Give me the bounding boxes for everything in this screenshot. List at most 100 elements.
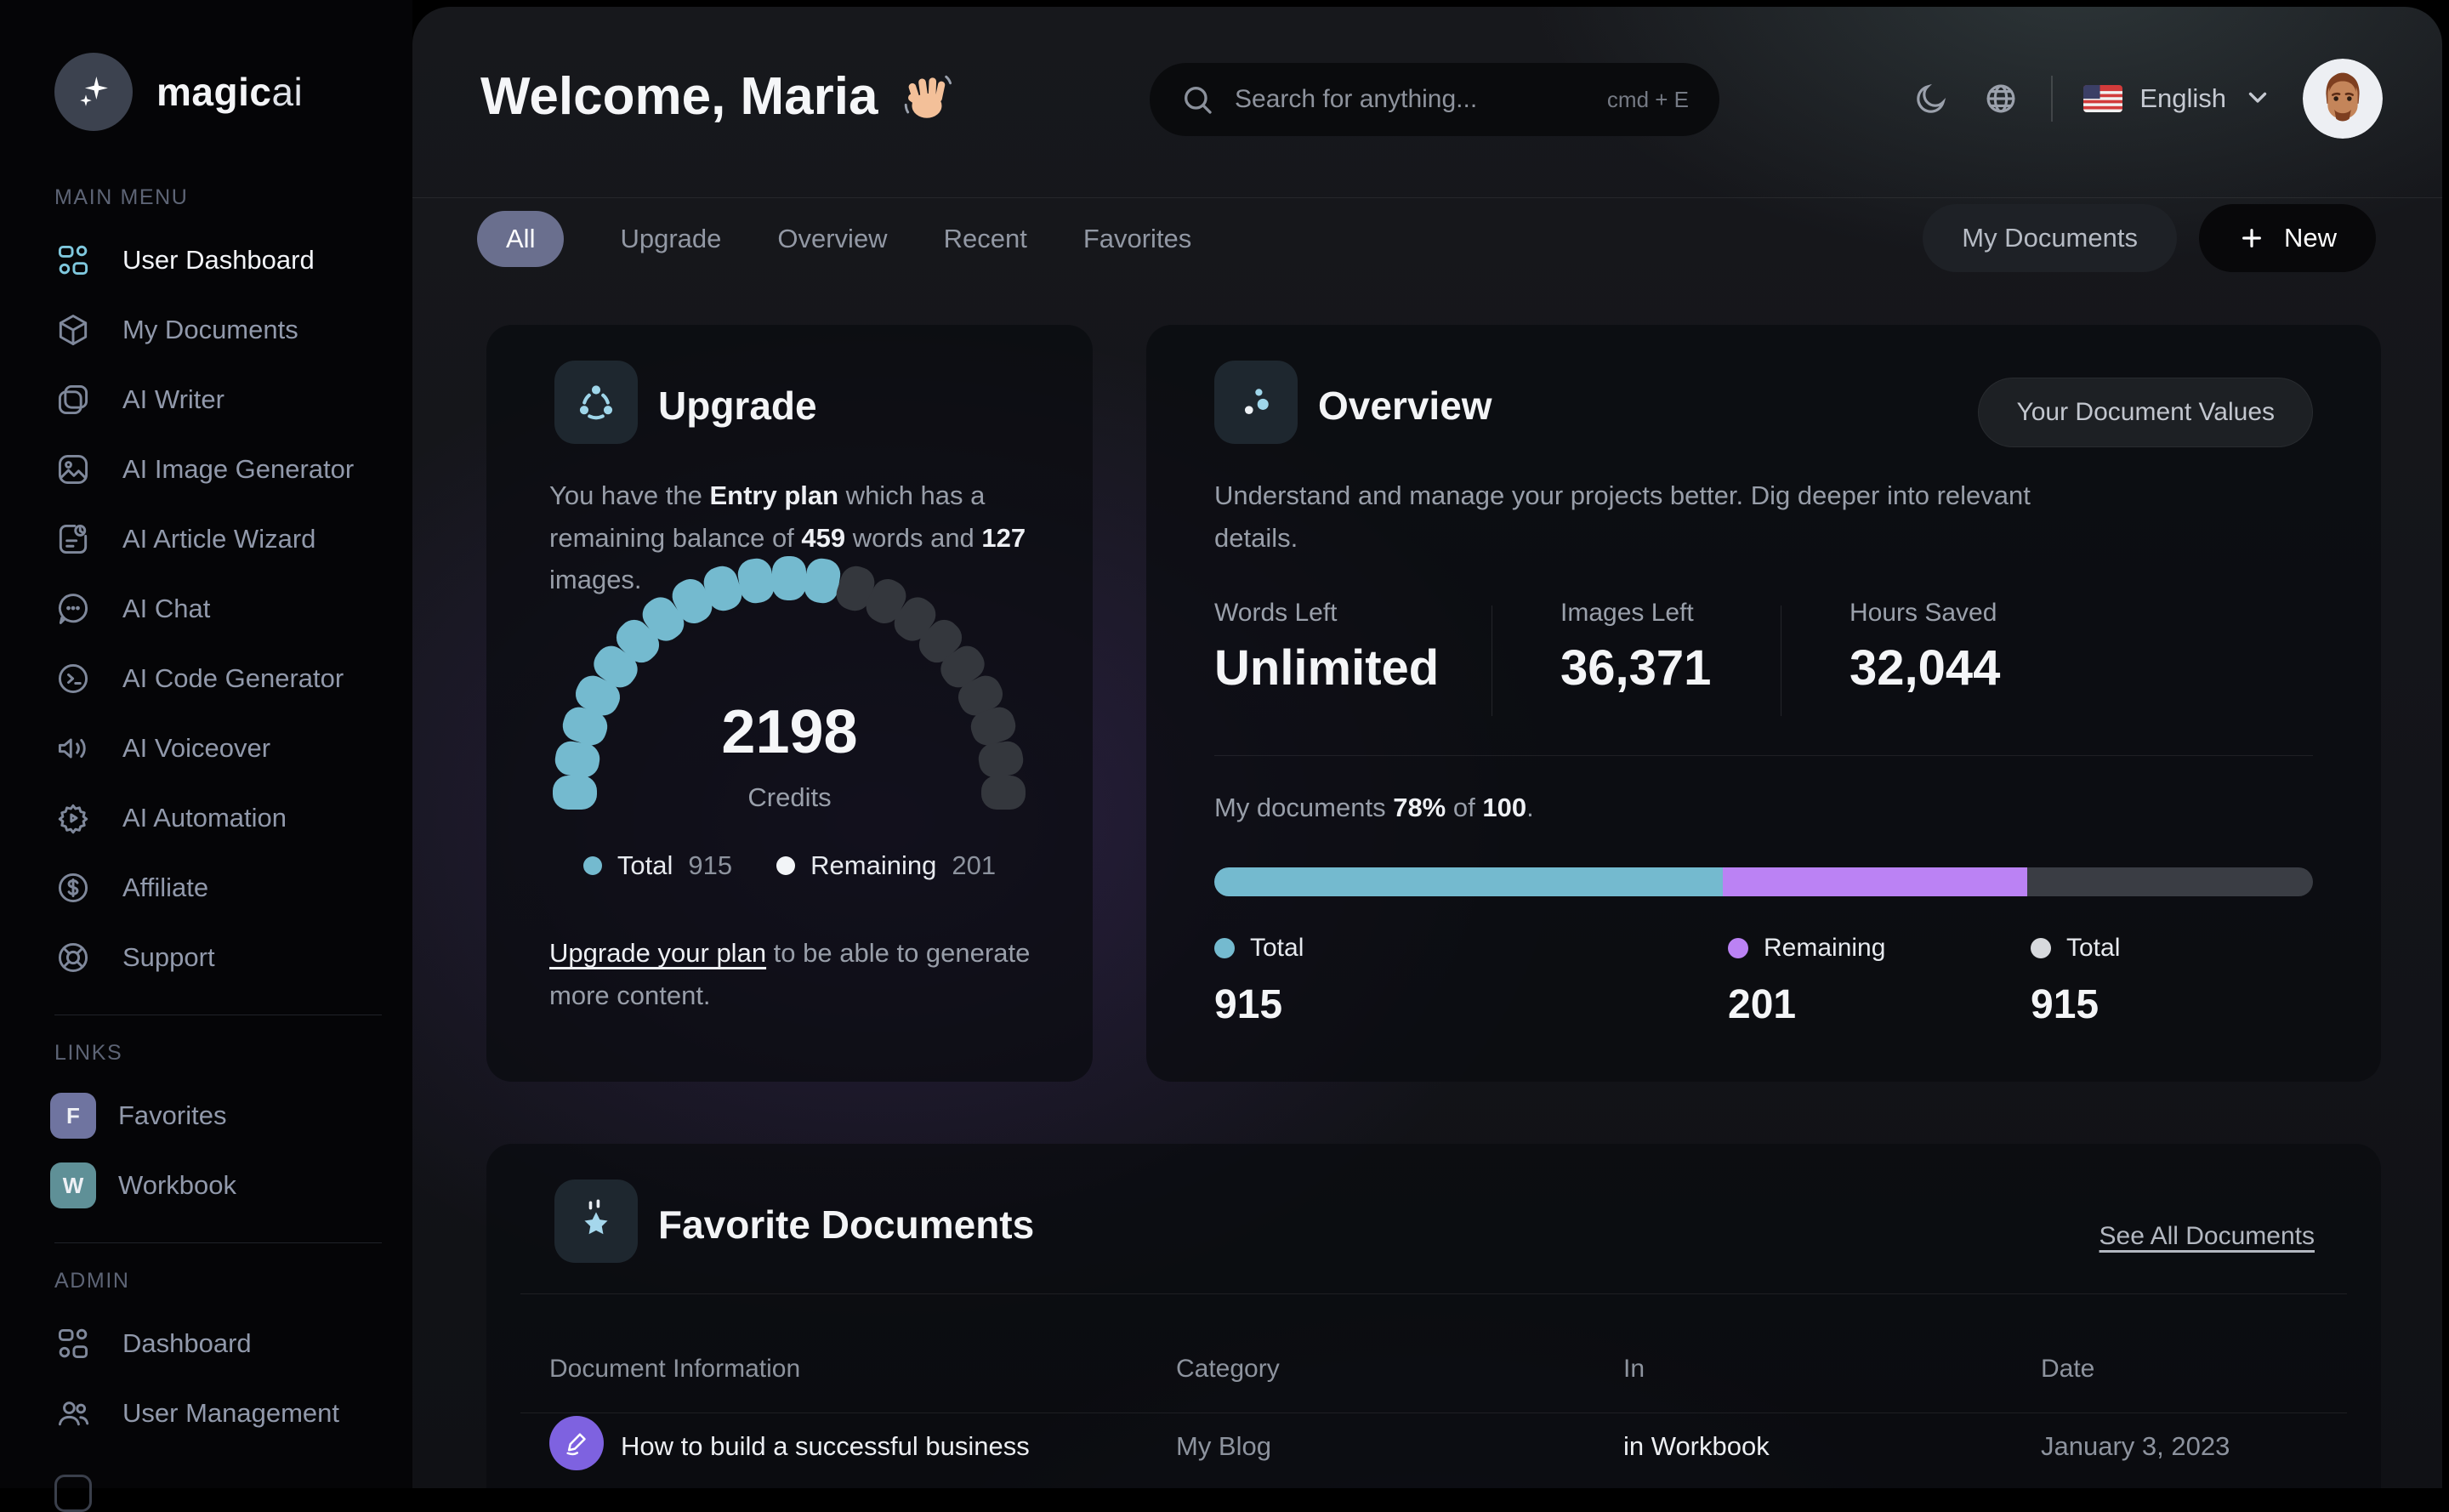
search-input[interactable] xyxy=(1235,85,1587,114)
sidebar-item-favorites[interactable]: F Favorites xyxy=(50,1081,382,1151)
sidebar-item-user-management[interactable]: User Management xyxy=(54,1378,382,1448)
topbar-separator xyxy=(2051,76,2054,122)
legend-item-remaining: Remaining 201 xyxy=(776,850,996,881)
legend-dot-remaining xyxy=(776,856,796,875)
sidebar-item-label: AI Article Wizard xyxy=(122,524,316,554)
sidebar-item-my-documents[interactable]: My Documents xyxy=(54,295,382,365)
section-label-links: LINKS xyxy=(54,1041,123,1065)
column-header-date: Date xyxy=(2041,1355,2095,1383)
sidebar-item-label: My Documents xyxy=(122,315,298,344)
new-button[interactable]: New xyxy=(2198,204,2376,272)
tab-recent[interactable]: Recent xyxy=(944,211,1027,267)
sidebar-item-ai-automation[interactable]: AI Automation xyxy=(54,783,382,853)
sidebar-item-label: Favorites xyxy=(118,1100,227,1130)
column-header-category: Category xyxy=(1176,1355,1280,1383)
lifebuoy-icon xyxy=(54,939,92,976)
tab-overview[interactable]: Overview xyxy=(777,211,887,267)
writer-icon xyxy=(54,381,92,418)
filter-tabs: All Upgrade Overview Recent Favorites xyxy=(477,211,1191,267)
language-selector[interactable]: English xyxy=(2083,82,2272,116)
document-category: My Blog xyxy=(1176,1431,1271,1461)
credits-label: Credits xyxy=(747,782,832,812)
legend-label: Remaining xyxy=(810,850,937,880)
search-icon xyxy=(1185,87,1212,114)
document-date: January 3, 2023 xyxy=(2041,1431,2230,1461)
stat-label: Images Left xyxy=(1560,599,1694,627)
sidebar-item-label: Affiliate xyxy=(122,873,209,902)
share-network-icon xyxy=(554,361,638,444)
globe-icon[interactable] xyxy=(1981,79,2020,118)
column-header-document-information: Document Information xyxy=(549,1355,801,1383)
docs-text: . xyxy=(1526,793,1534,822)
sidebar-item-ai-voiceover[interactable]: AI Voiceover xyxy=(54,713,382,783)
legend-label: Total xyxy=(617,850,673,880)
welcome-text: Welcome, Maria xyxy=(480,67,878,126)
bar-legend-total: Total 915 xyxy=(1214,934,1304,1028)
gauge-dot xyxy=(772,556,806,600)
tab-all[interactable]: All xyxy=(477,211,565,267)
bar-legend-total-2: Total 915 xyxy=(2031,934,2120,1028)
sidebar-item-partial xyxy=(54,1475,92,1512)
your-document-values-button[interactable]: Your Document Values xyxy=(1978,378,2313,447)
overview-card: Overview Your Document Values Understand… xyxy=(1146,325,2381,1082)
legend-value: 201 xyxy=(1728,982,1797,1027)
sidebar-item-label: AI Voiceover xyxy=(122,733,271,763)
progress-segment xyxy=(1723,867,2028,896)
sidebar-item-label: AI Image Generator xyxy=(122,454,355,484)
tab-favorites[interactable]: Favorites xyxy=(1083,211,1191,267)
plus-icon xyxy=(2242,229,2261,247)
sidebar-item-label: AI Automation xyxy=(122,803,287,833)
sidebar-item-support[interactable]: Support xyxy=(54,923,382,992)
legend-dot-remaining xyxy=(1728,938,1748,958)
sidebar-item-label: User Management xyxy=(122,1398,340,1428)
sidebar-item-label: AI Writer xyxy=(122,384,224,414)
sidebar-item-label: AI Code Generator xyxy=(122,663,344,693)
legend-item-total: Total 915 xyxy=(582,850,733,881)
stat-value: 36,371 xyxy=(1560,640,1712,696)
tab-upgrade[interactable]: Upgrade xyxy=(620,211,721,267)
sidebar-item-ai-code-generator[interactable]: AI Code Generator xyxy=(54,644,382,713)
overview-dots-icon xyxy=(1214,361,1298,444)
chat-icon xyxy=(54,590,92,628)
stat-value: Unlimited xyxy=(1214,640,1440,696)
brand-logo[interactable]: magicai xyxy=(54,51,382,133)
image-icon xyxy=(54,451,92,488)
upgrade-plan-text: Upgrade your plan to be able to generate… xyxy=(549,932,1060,1016)
favorites-badge: F xyxy=(50,1093,96,1139)
progress-segment xyxy=(2027,867,2313,896)
brand-light: ai xyxy=(271,70,304,114)
dark-mode-moon-icon[interactable] xyxy=(1912,79,1951,118)
sparkle-logo-icon xyxy=(54,53,133,131)
toolbar-actions: My Documents New xyxy=(1923,204,2376,272)
sidebar-item-ai-image-generator[interactable]: AI Image Generator xyxy=(54,435,382,504)
sidebar-item-ai-chat[interactable]: AI Chat xyxy=(54,574,382,644)
overview-card-title: Overview xyxy=(1318,384,1492,428)
document-pen-icon xyxy=(549,1416,604,1470)
legend-label: Total xyxy=(2066,934,2121,962)
sidebar-item-workbook[interactable]: W Workbook xyxy=(50,1151,382,1220)
see-all-documents-link[interactable]: See All Documents xyxy=(2100,1222,2315,1251)
favorite-documents-card: Favorite Documents See All Documents Doc… xyxy=(486,1144,2381,1488)
sidebar-item-admin-dashboard[interactable]: Dashboard xyxy=(54,1309,382,1378)
sidebar-item-label: AI Chat xyxy=(122,594,211,623)
docs-total: 100 xyxy=(1482,793,1527,822)
progress-segment xyxy=(1214,867,1724,896)
workbook-badge: W xyxy=(50,1162,96,1208)
sidebar-item-affiliate[interactable]: Affiliate xyxy=(54,853,382,923)
us-flag-icon xyxy=(2083,85,2123,112)
sidebar-item-user-dashboard[interactable]: User Dashboard xyxy=(54,225,382,295)
users-icon xyxy=(54,1395,92,1432)
sidebar-item-ai-article-wizard[interactable]: AI Article Wizard xyxy=(54,504,382,574)
legend-value: 915 xyxy=(688,850,733,880)
sidebar-item-ai-writer[interactable]: AI Writer xyxy=(54,365,382,435)
sidebar-divider xyxy=(54,1242,382,1243)
my-documents-button[interactable]: My Documents xyxy=(1923,204,2177,272)
upgrade-plan-link[interactable]: Upgrade your plan xyxy=(549,938,766,968)
legend-dot-total xyxy=(2031,938,2051,958)
docs-text: of xyxy=(1446,793,1483,822)
overview-divider xyxy=(1214,755,2313,756)
stat-hours-saved: Hours Saved 32,044 xyxy=(1850,599,2000,696)
user-avatar[interactable] xyxy=(2303,59,2383,139)
document-title: How to build a successful business xyxy=(621,1431,1030,1461)
favorite-documents-title: Favorite Documents xyxy=(658,1202,1035,1247)
